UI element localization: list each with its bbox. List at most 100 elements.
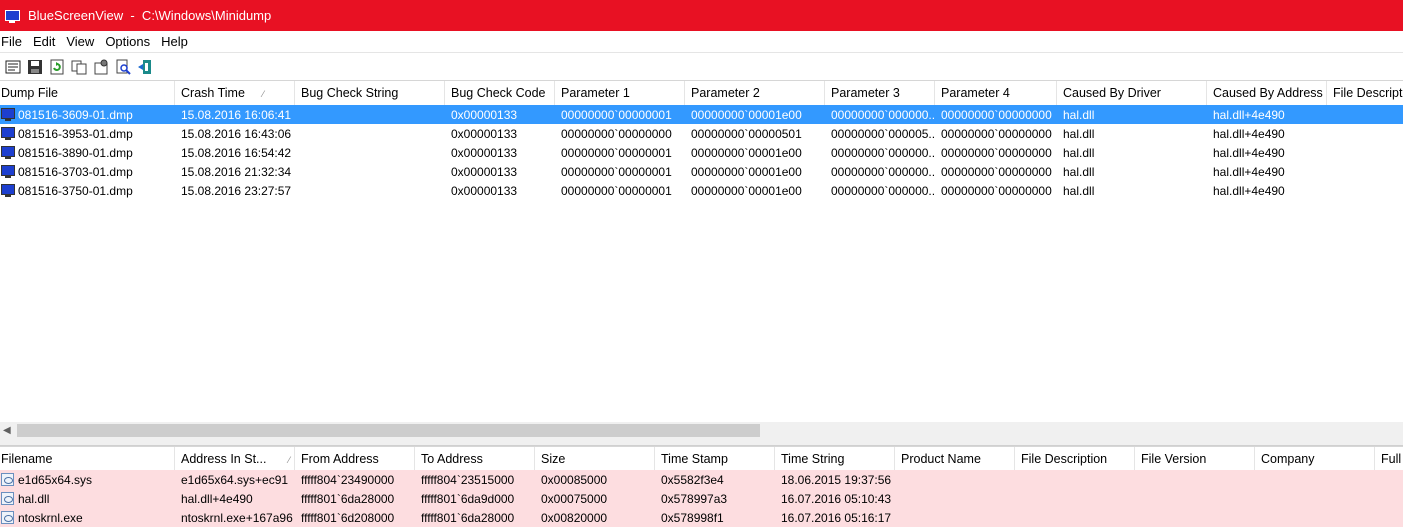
dump-cell: 0x00000133 <box>445 124 555 143</box>
col-file-version[interactable]: File Version <box>1135 447 1255 471</box>
menu-help[interactable]: Help <box>159 34 195 49</box>
copy-button[interactable] <box>70 58 88 76</box>
driver-cell-text: fffff804`23490000 <box>301 472 395 487</box>
dump-row[interactable]: 081516-3703-01.dmp 15.08.2016 21:32:34 0x0… <box>0 162 1403 181</box>
driver-cell <box>1255 470 1375 489</box>
col-caused-by-address[interactable]: Caused By Address <box>1207 81 1327 105</box>
dump-cell-text: 15.08.2016 16:06:41 <box>181 107 292 122</box>
properties-button[interactable] <box>4 58 22 76</box>
settings-button[interactable] <box>92 58 110 76</box>
dump-cell <box>295 105 445 124</box>
driver-cell <box>1135 489 1255 508</box>
col-dump-file[interactable]: Dump File <box>0 81 175 105</box>
menu-file[interactable]: File <box>0 34 29 49</box>
menu-options[interactable]: Options <box>103 34 157 49</box>
col-full-path[interactable]: Full <box>1375 447 1403 471</box>
col-caused-by-driver[interactable]: Caused By Driver <box>1057 81 1207 105</box>
exit-button[interactable] <box>136 58 154 76</box>
driver-cell: 0x578998f1 <box>655 508 775 527</box>
dump-cell: 00000000`00000001 <box>555 162 685 181</box>
dump-cell: 0x00000133 <box>445 105 555 124</box>
driver-cell: fffff804`23490000 <box>295 470 415 489</box>
col-time-stamp[interactable]: Time Stamp <box>655 447 775 471</box>
dump-cell-text: 00000000`00000000 <box>941 126 1052 141</box>
driver-cell <box>1015 470 1135 489</box>
driver-cell: hal.dll <box>0 489 175 508</box>
dump-cell-text: 00000000`00001e00 <box>691 145 802 160</box>
col-to-address[interactable]: To Address <box>415 447 535 471</box>
driver-row[interactable]: e1d65x64.sys e1d65x64.sys+ec91 fffff804`23… <box>0 470 1403 489</box>
dump-cell-text: 00000000`00000001 <box>561 145 672 160</box>
col-crash-time[interactable]: Crash Time ⁄ <box>175 81 295 105</box>
dump-cell: 081516-3609-01.dmp <box>0 105 175 124</box>
dump-cell: 15.08.2016 16:43:06 <box>175 124 295 143</box>
dump-cell: 00000000`00000000 <box>555 124 685 143</box>
driver-cell <box>1375 470 1403 489</box>
driver-cell: e1d65x64.sys <box>0 470 175 489</box>
dump-cell: 0x00000133 <box>445 143 555 162</box>
dump-cell-text: 081516-3703-01.dmp <box>18 164 133 179</box>
col-size[interactable]: Size <box>535 447 655 471</box>
driver-cell <box>1375 489 1403 508</box>
dump-cell-text: 0x00000133 <box>451 145 518 160</box>
dump-row[interactable]: 081516-3750-01.dmp 15.08.2016 23:27:57 0x0… <box>0 181 1403 200</box>
driver-file-icon <box>1 492 14 505</box>
driver-cell-text: 0x00085000 <box>541 472 608 487</box>
col-time-string[interactable]: Time String <box>775 447 895 471</box>
menu-edit[interactable]: Edit <box>31 34 62 49</box>
dump-cell: 00000000`00000000 <box>935 181 1057 200</box>
dump-cell <box>1327 143 1403 162</box>
col-parameter-1[interactable]: Parameter 1 <box>555 81 685 105</box>
dump-cell-text: hal.dll+4e490 <box>1213 183 1285 198</box>
driver-cell-text: 0x00075000 <box>541 491 608 506</box>
dump-cell: 00000000`00001e00 <box>685 143 825 162</box>
dump-cell: 00000000`00000001 <box>555 105 685 124</box>
menu-view[interactable]: View <box>64 34 101 49</box>
dump-cell: hal.dll+4e490 <box>1207 181 1327 200</box>
dump-cell: 00000000`00001e00 <box>685 162 825 181</box>
dump-cell-text: hal.dll <box>1063 126 1095 141</box>
col-bug-check-string[interactable]: Bug Check String <box>295 81 445 105</box>
col-parameter-3[interactable]: Parameter 3 <box>825 81 935 105</box>
col-file-description[interactable]: File Description <box>1015 447 1135 471</box>
dump-cell: hal.dll+4e490 <box>1207 105 1327 124</box>
dump-cell: 00000000`000000... <box>825 143 935 162</box>
dump-cell-text: 15.08.2016 16:43:06 <box>181 126 292 141</box>
col-file-description[interactable]: File Description <box>1327 81 1403 105</box>
driver-cell: e1d65x64.sys+ec91 <box>175 470 295 489</box>
dump-row[interactable]: 081516-3890-01.dmp 15.08.2016 16:54:42 0x0… <box>0 143 1403 162</box>
dump-list-hscrollbar[interactable]: ◀ <box>0 422 1403 439</box>
driver-row[interactable]: hal.dll hal.dll+4e490 fffff801`6da28000 fff… <box>0 489 1403 508</box>
dump-cell <box>1327 124 1403 143</box>
sort-indicator-icon: ⁄ <box>288 455 290 465</box>
dump-row[interactable]: 081516-3609-01.dmp 15.08.2016 16:06:41 0x0… <box>0 105 1403 124</box>
refresh-button[interactable] <box>48 58 66 76</box>
dump-cell-text: 00000000`00001e00 <box>691 164 802 179</box>
save-icon <box>28 59 42 74</box>
driver-cell-text: hal.dll <box>18 491 50 506</box>
col-from-address[interactable]: From Address <box>295 447 415 471</box>
col-company[interactable]: Company <box>1255 447 1375 471</box>
dump-cell-text: 00000000`00000000 <box>561 126 672 141</box>
driver-row[interactable]: ntoskrnl.exe ntoskrnl.exe+167a96 fffff801`… <box>0 508 1403 527</box>
scroll-left-icon[interactable]: ◀ <box>3 425 11 436</box>
dump-cell: 00000000`00000501 <box>685 124 825 143</box>
driver-cell: fffff801`6da28000 <box>295 489 415 508</box>
col-product-name[interactable]: Product Name <box>895 447 1015 471</box>
pane-splitter[interactable] <box>0 439 1403 446</box>
find-button[interactable] <box>114 58 132 76</box>
driver-cell-text: e1d65x64.sys+ec91 <box>181 472 289 487</box>
dump-cell: 00000000`00000000 <box>935 124 1057 143</box>
dump-cell-text: 0x00000133 <box>451 126 518 141</box>
col-bug-check-code[interactable]: Bug Check Code <box>445 81 555 105</box>
hscroll-thumb[interactable] <box>17 424 760 437</box>
dump-cell-text: 081516-3750-01.dmp <box>18 183 133 198</box>
col-address-in-stack[interactable]: Address In St... ⁄ <box>175 447 295 471</box>
save-button[interactable] <box>26 58 44 76</box>
col-parameter-4[interactable]: Parameter 4 <box>935 81 1057 105</box>
driver-cell-text: hal.dll+4e490 <box>181 491 253 506</box>
col-filename[interactable]: Filename <box>0 447 175 471</box>
dump-file-icon <box>1 127 15 140</box>
col-parameter-2[interactable]: Parameter 2 <box>685 81 825 105</box>
dump-row[interactable]: 081516-3953-01.dmp 15.08.2016 16:43:06 0x0… <box>0 124 1403 143</box>
